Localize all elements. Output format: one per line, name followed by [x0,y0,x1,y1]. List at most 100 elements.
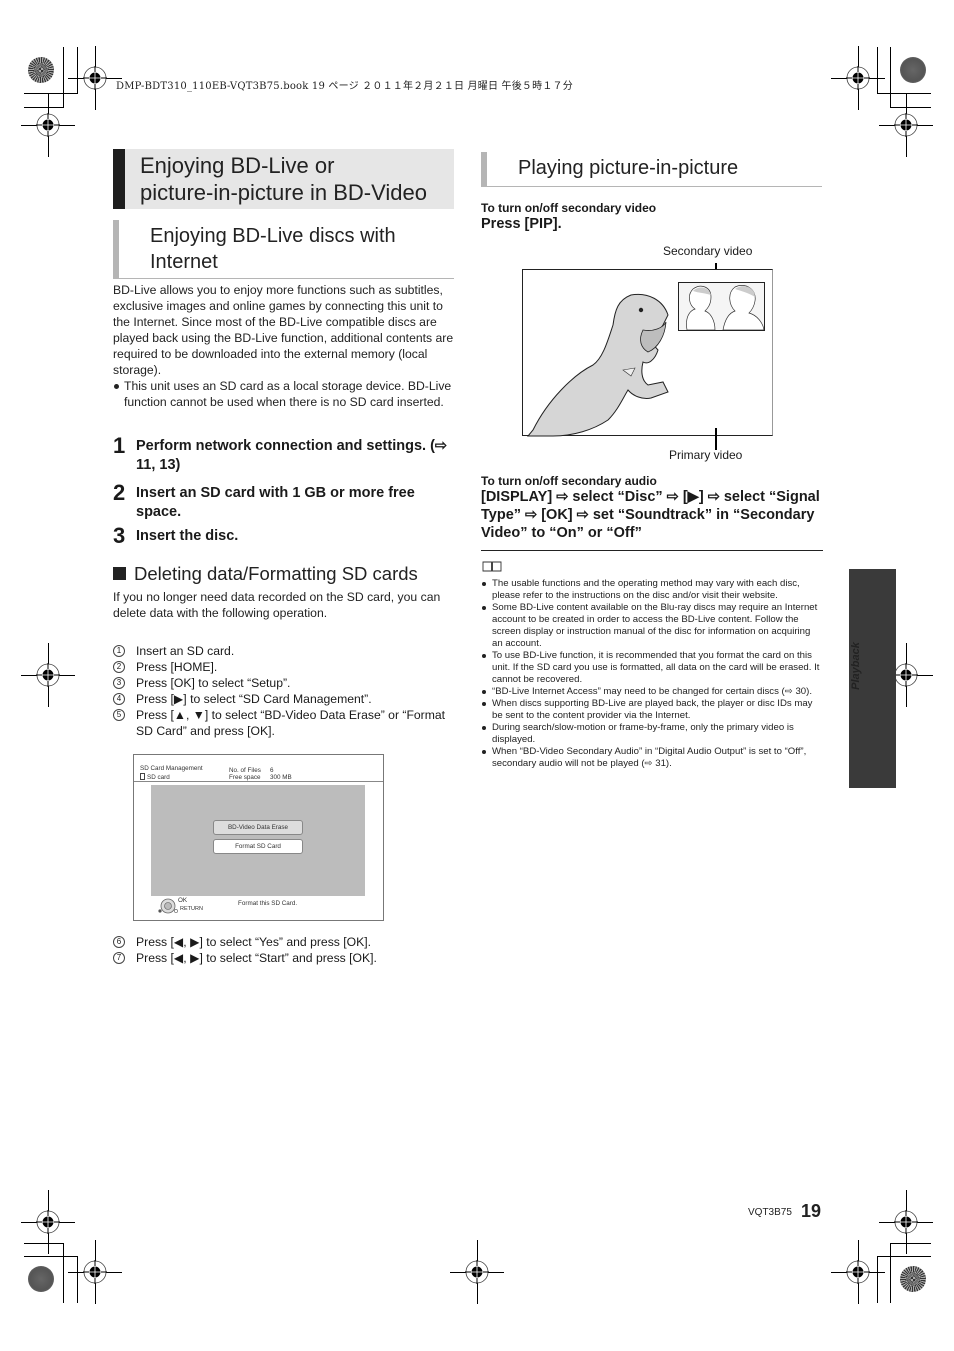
secondary-video-label: Secondary video [663,244,753,258]
registration-mark-icon [894,663,918,687]
circled-number-icon: 3 [113,677,125,689]
sd-device-label: SD card [147,774,170,781]
intro-bullet: This unit uses an SD card as a local sto… [113,378,458,410]
operation-item: 4 Press [▶] to select “SD Card Management… [113,691,458,707]
intro-section: BD-Live allows you to enjoy more functio… [113,282,458,410]
registration-mark-icon [36,663,60,687]
circled-number-icon: 4 [113,693,125,705]
primary-video-pointer [715,428,717,450]
format-sd-card-button[interactable]: Format SD Card [213,839,303,854]
section-title-bd-live: Enjoying BD-Live discs with Internet [113,220,454,279]
sd-card-icon [140,773,145,780]
gray-target-icon [900,57,926,83]
sd-card-management-screen: SD Card Management SD card No. of Files … [133,754,384,921]
step-number: 3 [113,523,126,548]
document-code: VQT3B75 [748,1207,792,1218]
operation-item: 5 Press [▲, ▼] to select “BD-Video Data E… [113,707,458,739]
circled-number-icon: 2 [113,661,125,673]
operation-text: Press [▶] to select “SD Card Management”… [136,692,372,706]
delete-intro: If you no longer need data recorded on t… [113,590,441,620]
operation-text: Press [▲, ▼] to select “BD-Video Data Er… [136,708,446,738]
note-item: Some BD-Live content available on the Bl… [481,602,823,650]
ok-hint: OK [178,897,188,904]
section-title-line2: Internet [150,251,218,273]
operation-list-continued: 6 Press [◀, ▶] to select “Yes” and press … [113,934,458,966]
step-2: 2 Insert an SD card with 1 GB or more fr… [113,480,458,522]
circled-number-icon: 5 [113,709,125,721]
registration-mark-icon [894,113,918,137]
book-icon [482,559,502,572]
circled-number-icon: 6 [113,936,125,948]
secondary-audio-subheading: To turn on/off secondary audio [481,474,657,488]
step-number: 1 [113,433,126,458]
operation-text: Insert an SD card. [136,644,235,658]
intro-paragraph: BD-Live allows you to enjoy more functio… [113,283,454,377]
return-hint: RETURN [180,906,203,912]
screen-title: SD Card Management [140,765,203,772]
note-item: To use BD-Live function, it is recommend… [481,650,823,686]
registration-mark-icon [894,1210,918,1234]
primary-video-label: Primary video [669,448,743,462]
delete-heading: Deleting data/Formatting SD cards [113,563,418,585]
free-space-value: 300 MB [270,774,292,781]
files-label: No. of Files [229,767,261,774]
secondary-audio-action: [DISPLAY] ⇨ select “Disc” ⇨ [▶] ⇨ select… [481,489,820,541]
delete-heading-text: Deleting data/Formatting SD cards [134,563,418,584]
registration-mark-icon [83,1260,107,1284]
note-item: When discs supporting BD-Live are played… [481,698,823,722]
note-item: When “BD-Video Secondary Audio” in “Digi… [481,746,823,770]
section-title-pip: Playing picture-in-picture [481,152,822,187]
bd-video-data-erase-button[interactable]: BD-Video Data Erase [213,820,303,835]
section-title-line1: Enjoying BD-Live discs with [150,225,396,247]
remote-dpad-icon [157,897,178,915]
operation-item: 2 Press [HOME]. [113,659,458,675]
free-space-label: Free space [229,774,261,781]
pip-title-text: Playing picture-in-picture [518,157,739,179]
step-number: 2 [113,480,126,505]
operation-item: 7 Press [◀, ▶] to select “Start” and pres… [113,950,458,966]
step-text: Insert an SD card with 1 GB or more free… [136,485,415,520]
notes-list: The usable functions and the operating m… [481,578,823,770]
secondary-video-action: Press [PIP]. [481,216,562,232]
notes-divider [481,550,823,551]
step-text: Insert the disc. [136,528,239,544]
registration-mark-icon [83,66,107,90]
circled-number-icon: 7 [113,952,125,964]
chapter-tab-label: Playback [850,642,862,690]
operation-text: Press [OK] to select “Setup”. [136,676,291,690]
files-value: 6 [270,767,274,774]
step-3: 3 Insert the disc. [113,523,458,548]
note-item: “BD-Live Internet Access” may need to be… [481,686,823,698]
operation-text: Press [◀, ▶] to select “Start” and press… [136,951,377,965]
option-panel: BD-Video Data Erase Format SD Card [151,785,365,896]
screen-status: Format this SD Card. [238,900,298,907]
registration-mark-icon [846,1260,870,1284]
operation-text: Press [◀, ▶] to select “Yes” and press [… [136,935,372,949]
color-target-icon [900,1266,926,1292]
operation-item: 1 Insert an SD card. [113,643,458,659]
secondary-video-inset [678,282,765,331]
print-header: DMP-BDT310_110EB-VQT3B75.book 19 ページ ２０１… [116,81,573,92]
step-1: 1 Perform network connection and setting… [113,433,458,475]
operation-text: Press [HOME]. [136,660,218,674]
gray-target-icon [28,1266,54,1292]
operation-item: 6 Press [◀, ▶] to select “Yes” and press … [113,934,458,950]
page-title-line1: Enjoying BD-Live or [140,153,335,178]
square-bullet-icon [113,567,126,580]
secondary-video-subheading: To turn on/off secondary video [481,201,657,215]
step-text: Perform network connection and settings.… [136,438,448,473]
circled-number-icon: 1 [113,645,125,657]
operation-list: 1 Insert an SD card. 2 Press [HOME]. 3 Pres… [113,643,458,739]
note-item: During search/slow-motion or frame-by-fr… [481,722,823,746]
note-item: The usable functions and the operating m… [481,578,823,602]
screen-header: SD Card Management SD card No. of Files … [134,755,383,782]
registration-mark-icon [36,1210,60,1234]
color-target-icon [28,57,54,83]
registration-mark-icon [36,113,60,137]
registration-mark-icon [465,1260,489,1284]
page-title: Enjoying BD-Live or picture-in-picture in… [113,149,454,209]
registration-mark-icon [846,66,870,90]
operation-item: 3 Press [OK] to select “Setup”. [113,675,458,691]
page-title-line2: picture-in-picture in BD-Video [140,180,427,205]
primary-video-illustration [522,269,773,437]
